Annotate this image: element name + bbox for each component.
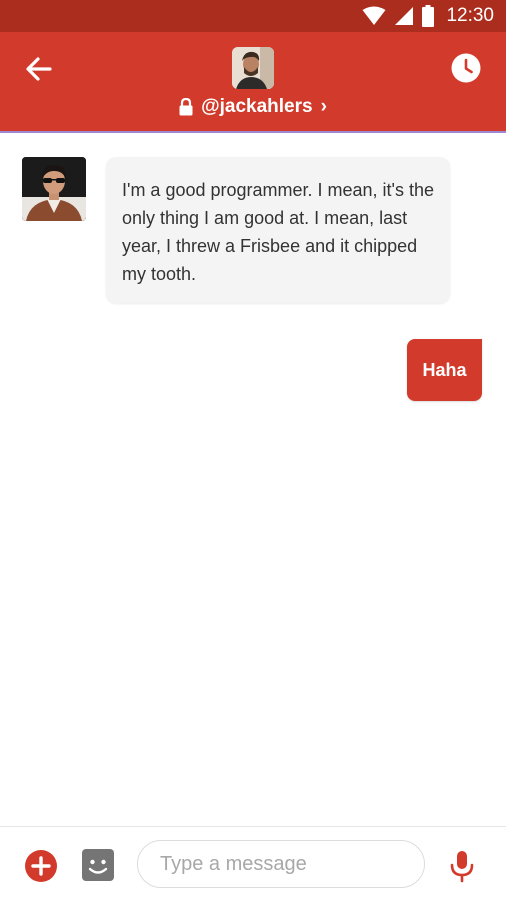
wifi-icon — [362, 6, 386, 25]
message-list[interactable]: I'm a good programmer. I mean, it's the … — [0, 133, 506, 825]
outgoing-message-bubble[interactable]: Haha — [407, 339, 482, 401]
battery-icon — [422, 5, 435, 27]
arrow-left-icon — [26, 57, 52, 81]
contact-title[interactable]: @jackahlers › — [0, 96, 506, 118]
composer-bar — [0, 826, 506, 901]
back-button[interactable] — [24, 54, 54, 84]
status-time: 12:30 — [446, 5, 494, 26]
message-input[interactable] — [137, 840, 425, 888]
sticker-button[interactable] — [82, 849, 114, 881]
sticker-icon — [82, 849, 114, 881]
sender-photo — [22, 157, 86, 221]
status-bar: 12:30 — [0, 0, 506, 32]
chevron-right-icon: › — [320, 96, 327, 117]
microphone-icon — [450, 851, 474, 883]
voice-input-button[interactable] — [448, 849, 476, 883]
clock-icon — [451, 53, 481, 83]
cell-signal-icon — [395, 7, 414, 25]
plus-circle-icon — [25, 850, 57, 882]
sender-avatar[interactable] — [22, 157, 86, 221]
contact-avatar[interactable] — [232, 47, 274, 89]
history-button[interactable] — [450, 52, 482, 84]
contact-photo — [232, 47, 274, 89]
incoming-message-bubble[interactable]: I'm a good programmer. I mean, it's the … — [106, 157, 450, 303]
add-attachment-button[interactable] — [24, 849, 58, 883]
app-bar: @jackahlers › — [0, 32, 506, 133]
contact-username: @jackahlers — [201, 96, 313, 117]
lock-icon — [179, 98, 193, 116]
